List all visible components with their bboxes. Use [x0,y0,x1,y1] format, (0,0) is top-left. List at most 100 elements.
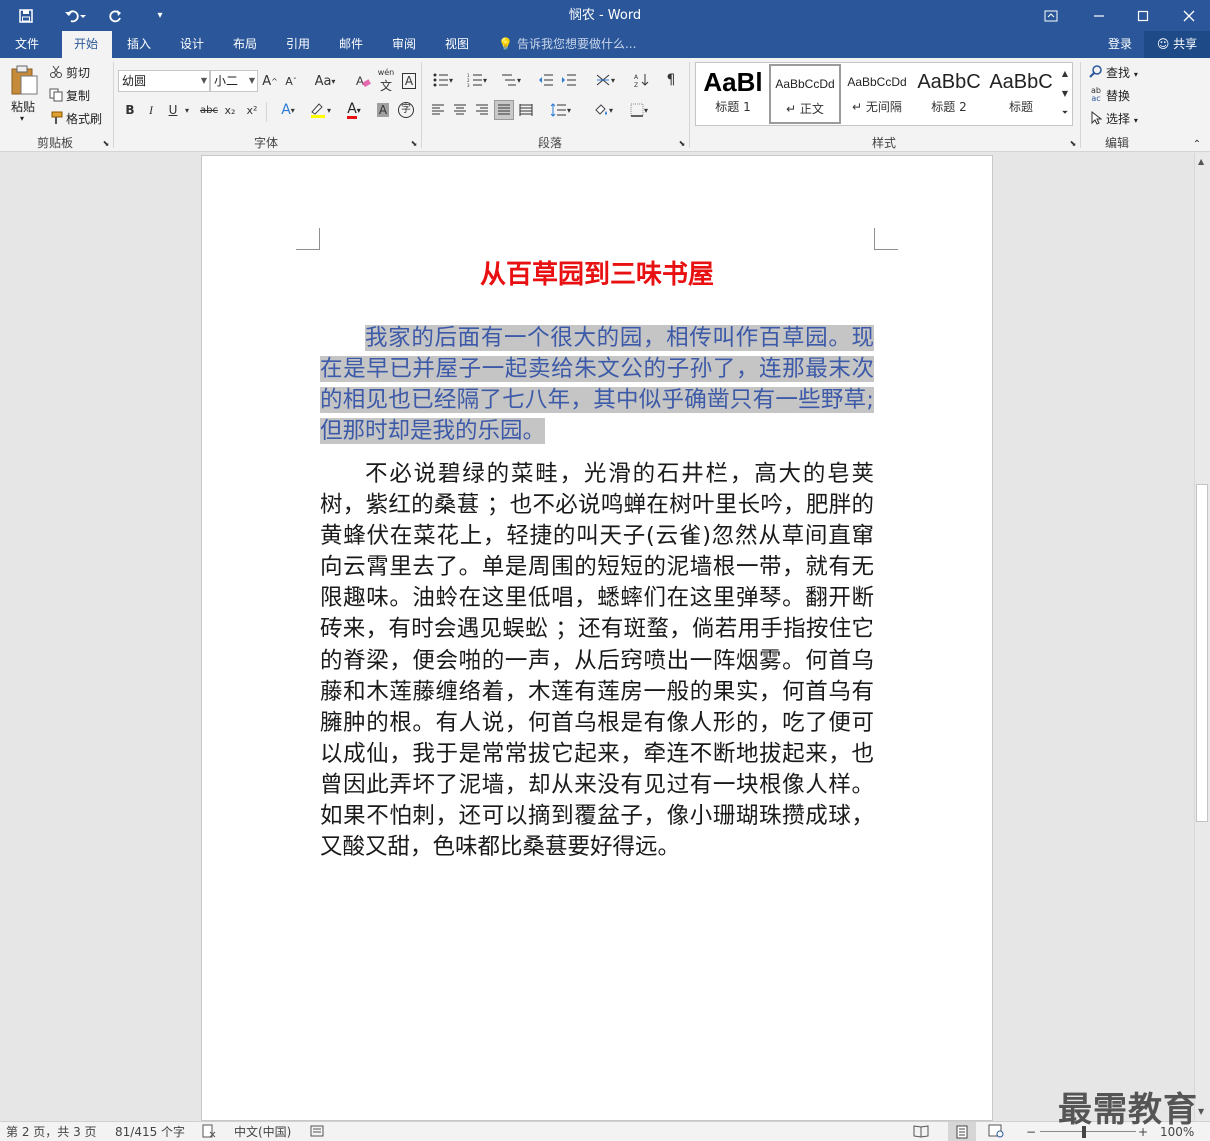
tab-references[interactable]: 引用 [274,31,322,58]
ribbon-display-icon[interactable] [1038,0,1064,31]
font-launcher-icon[interactable]: ⬊ [409,138,419,148]
underline-button[interactable]: U [165,100,181,120]
style-no-spacing[interactable]: AaBbCcDd ↵ 无间隔 [841,64,913,124]
redo-icon[interactable] [104,0,128,31]
increase-indent-icon[interactable] [559,70,579,90]
collapse-ribbon-icon[interactable]: ⌃ [1190,138,1204,150]
highlight-icon[interactable]: ▾ [306,100,334,120]
scrollbar-thumb[interactable] [1196,484,1208,822]
paste-icon[interactable] [6,62,42,98]
italic-button[interactable]: I [143,100,159,120]
paragraph-body[interactable]: 不必说碧绿的菜畦，光滑的石井栏，高大的皂荚树，紫红的桑葚 ；也不必说鸣蝉在树叶里… [320,459,874,863]
clipboard-launcher-icon[interactable]: ⬊ [101,138,111,148]
select-icon[interactable] [1088,110,1104,126]
text-effects-button[interactable]: A ▾ [274,100,302,120]
styles-launcher-icon[interactable]: ⬊ [1068,138,1078,148]
maximize-icon[interactable] [1130,0,1156,31]
find-icon[interactable] [1088,64,1104,80]
bold-button[interactable]: B [122,100,138,120]
find-label[interactable]: 查找 ▾ [1106,64,1138,81]
numbering-icon[interactable]: 1 2 3 ▾ [462,70,492,90]
borders-icon[interactable]: ▾ [624,100,654,120]
styles-scroll-up-icon[interactable]: ▲ [1058,64,1072,82]
read-mode-icon[interactable] [913,1124,931,1140]
print-layout-icon[interactable] [948,1122,976,1141]
cut-icon[interactable] [48,64,64,80]
styles-more-icon[interactable]: ⏷ [1058,104,1072,122]
tab-home[interactable]: 开始 [62,31,112,58]
enclose-char-button[interactable]: 字 [396,100,416,120]
tab-mailings[interactable]: 邮件 [327,31,375,58]
char-shading-button[interactable]: A [374,100,392,120]
font-name-combo[interactable]: 幼圆 ▼ [118,70,210,92]
tab-design[interactable]: 设计 [168,31,216,58]
paragraph-launcher-icon[interactable]: ⬊ [677,138,687,148]
line-spacing-icon[interactable]: ▾ [546,100,576,120]
scroll-up-icon[interactable]: ▲ [1198,157,1204,166]
align-right-icon[interactable] [472,100,492,120]
shading-icon[interactable]: ▾ [588,100,618,120]
bullets-icon[interactable]: ▾ [428,70,458,90]
undo-icon[interactable] [58,0,92,31]
paste-label[interactable]: 粘贴 [11,98,35,115]
replace-label[interactable]: 替换 [1106,87,1130,104]
document-title[interactable]: 从百草园到三味书屋 [320,256,874,294]
minimize-icon[interactable] [1086,0,1112,31]
select-label[interactable]: 选择 ▾ [1106,110,1138,127]
strikethrough-button[interactable]: abc [198,100,220,120]
chinese-layout-icon[interactable]: ▾ [590,70,620,90]
tab-layout[interactable]: 布局 [221,31,269,58]
save-icon[interactable] [14,0,38,31]
zoom-slider[interactable] [1040,1131,1136,1132]
decrease-indent-icon[interactable] [536,70,556,90]
style-title[interactable]: AaBbC 标题 [985,64,1057,124]
multilevel-list-icon[interactable]: ▾ [496,70,526,90]
cut-label[interactable]: 剪切 [66,64,90,81]
show-marks-icon[interactable]: ¶ [664,70,678,90]
zoom-out-button[interactable]: − [1024,1124,1038,1140]
scroll-down-icon[interactable]: ▼ [1198,1107,1204,1116]
shrink-font-icon[interactable]: Aˇ [283,71,299,91]
page-indicator[interactable]: 第 2 页，共 3 页 [6,1124,97,1140]
share-button[interactable]: ☺ 共享 [1144,31,1210,58]
tell-me-search[interactable]: 💡 告诉我您想要做什么... [498,31,636,58]
paste-dropdown-icon[interactable]: ▾ [20,114,24,123]
grow-font-icon[interactable]: A ^ [262,71,278,91]
web-layout-icon[interactable] [988,1124,1006,1140]
styles-scroll-down-icon[interactable]: ▼ [1058,84,1072,102]
style-normal[interactable]: AaBbCcDd ↵ 正文 [769,64,841,124]
customize-icon[interactable]: ▾ [150,0,170,31]
align-center-icon[interactable] [450,100,470,120]
subscript-button[interactable]: x₂ [222,100,238,120]
proofing-icon[interactable] [202,1124,218,1140]
align-left-icon[interactable] [428,100,448,120]
phonetic-guide-icon[interactable]: wén 文 [376,68,396,93]
replace-icon[interactable]: ab ac [1088,87,1104,103]
format-painter-label[interactable]: 格式刷 [66,110,102,127]
format-painter-icon[interactable] [48,110,64,126]
language-indicator[interactable]: 中文(中国) [234,1124,291,1140]
selected-text[interactable]: 我家的后面有一个很大的园，相传叫作百草园。现在是早已并屋子一起卖给朱文公的子孙了… [320,325,874,445]
copy-label[interactable]: 复制 [66,87,90,104]
font-size-combo[interactable]: 小二 ▼ [210,70,258,92]
close-icon[interactable] [1176,0,1202,31]
style-heading1[interactable]: AaBl 标题 1 [697,64,769,124]
style-heading2[interactable]: AaBbC 标题 2 [913,64,985,124]
tab-review[interactable]: 审阅 [380,31,428,58]
tab-file[interactable]: 文件 [3,31,51,58]
justify-icon[interactable] [494,100,514,120]
paragraph-selected[interactable]: 我家的后面有一个很大的园，相传叫作百草园。现在是早已并屋子一起卖给朱文公的子孙了… [320,323,874,447]
font-color-button[interactable]: A ▾ [340,100,368,120]
superscript-button[interactable]: x² [244,100,260,120]
tab-insert[interactable]: 插入 [115,31,163,58]
word-count[interactable]: 81/415 个字 [115,1124,185,1140]
distributed-icon[interactable] [516,100,536,120]
tab-view[interactable]: 视图 [433,31,481,58]
underline-dropdown-icon[interactable]: ▾ [182,100,192,120]
sort-icon[interactable]: AZ [632,70,652,90]
change-case-icon[interactable]: Aa ▾ [310,71,340,91]
login-link[interactable]: 登录 [1108,31,1132,58]
copy-icon[interactable] [48,87,64,103]
macro-icon[interactable] [310,1124,326,1140]
char-border-icon[interactable]: A [399,71,419,91]
